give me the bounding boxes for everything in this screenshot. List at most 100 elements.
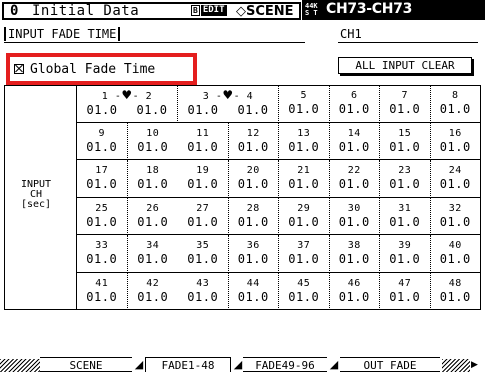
channel-cell[interactable]: 35 01.0 [178,235,229,273]
channel-number: 42 [146,278,160,290]
channel-cell[interactable]: 38 01.0 [329,235,380,273]
channel-number-right: - 2 [132,91,153,103]
channel-number: 32 [448,202,462,214]
channel-number: 24 [448,165,462,177]
channel-cell[interactable]: 10 01.0 [127,123,178,160]
channel-cell[interactable]: 33 01.0 [77,235,128,273]
tab-fade1-48[interactable]: FADE1-48 [145,357,231,372]
channel-number: 11 [196,127,210,139]
fade-time-value: 01.0 [137,290,169,305]
fade-time-value: 01.0 [86,252,118,267]
channel-cell[interactable]: 22 01.0 [329,160,380,198]
fade-time-value: 01.0 [237,214,269,229]
next-page-arrow-icon[interactable]: ▶ [471,359,485,371]
channel-cell[interactable]: 48 01.0 [431,272,481,310]
channel-number: 5 [300,90,308,102]
tab-scene[interactable]: SCENE [40,357,132,372]
edit-badge: EDIT [200,5,227,16]
channel-cell[interactable]: 46 01.0 [330,272,380,310]
channel-cell[interactable]: 34 01.0 [127,235,178,273]
row-header: INPUT CH [sec] [6,180,66,210]
fade-time-value: 01.0 [389,139,421,154]
channel-cell[interactable]: 6 01.0 [329,85,380,123]
fade-time-value: 01.0 [137,252,169,267]
fade-time-value: 01.0 [389,252,421,267]
channel-cell[interactable]: 3 -♥- 4 01.0 01.0 [178,85,279,123]
checkbox-checked-icon[interactable] [14,64,24,74]
sample-rate-bottom: S T [305,9,318,17]
channel-cell[interactable]: 45 01.0 [279,272,330,310]
channel-cell[interactable]: 44 01.0 [229,272,279,310]
global-fade-time-label: Global Fade Time [30,61,156,77]
channel-cell[interactable]: 29 01.0 [279,197,330,235]
sample-rate-badge: 44K S T [305,3,318,17]
channel-cell[interactable]: 41 01.0 [77,272,128,310]
channel-cell[interactable]: 23 01.0 [380,160,431,198]
fade-time-value: 01.0 [187,139,219,154]
channel-cell[interactable]: 20 01.0 [228,160,279,198]
channel-number: 3 -♥- 4 [203,89,253,103]
fade-value-pair: 01.0 01.0 [178,103,278,117]
channel-cell[interactable]: 47 01.0 [380,272,431,310]
channel-cell[interactable]: 12 01.0 [228,122,279,160]
channel-cell[interactable]: 16 01.0 [430,122,481,160]
channel-number: 46 [347,278,361,290]
channel-cell[interactable]: 26 01.0 [127,198,178,235]
channel-display: 44K S T CH73-CH73 [302,0,485,20]
channel-cell[interactable]: 42 01.0 [128,273,179,311]
channel-cell[interactable]: 5 01.0 [279,85,330,123]
channel-number: 38 [347,240,361,252]
channel-cell[interactable]: 19 01.0 [178,160,229,198]
channel-cell[interactable]: 40 01.0 [430,235,481,273]
fade-time-value: 01.0 [187,290,219,305]
channel-number: 34 [146,240,160,252]
edit-indicator: B EDIT [191,5,227,18]
channel-cell[interactable]: 31 01.0 [380,197,431,235]
channel-number: 37 [297,240,311,252]
channel-cell[interactable]: 7 01.0 [380,85,431,123]
fade-time-value: 01.0 [288,139,320,154]
tab-fade49-96[interactable]: FADE49-96 [243,357,327,372]
channel-cell[interactable]: 18 01.0 [127,160,178,198]
channel-cell[interactable]: 15 01.0 [380,122,431,160]
channel-cell[interactable]: 13 01.0 [279,122,330,160]
channel-number: 41 [95,278,109,290]
channel-cell[interactable]: 32 01.0 [430,197,481,235]
channel-cell[interactable]: 28 01.0 [228,197,279,235]
all-input-clear-button[interactable]: ALL INPUT CLEAR [338,57,472,74]
fade-time-value: 01.0 [338,102,370,117]
channel-number: 35 [196,240,210,252]
channel-cell[interactable]: 37 01.0 [279,235,330,273]
row-header-line: [sec] [20,199,52,210]
global-fade-time-checkbox[interactable]: Global Fade Time [6,53,197,85]
channel-cell[interactable]: 39 01.0 [380,235,431,273]
channel-cell[interactable]: 8 01.0 [430,85,481,123]
channel-number: 10 [146,127,160,139]
channel-cell[interactable]: 17 01.0 [77,160,128,198]
channel-cell[interactable]: 21 01.0 [279,160,330,198]
fade-time-value: 01.0 [237,103,269,118]
channel-cell[interactable]: 1 -♥- 2 01.0 01.0 [77,85,178,123]
channel-cell[interactable]: 36 01.0 [228,235,279,273]
channel-number: 13 [297,127,311,139]
channel-cell[interactable]: 24 01.0 [430,160,481,198]
channel-cell[interactable]: 9 01.0 [77,122,128,160]
channel-cell[interactable]: 11 01.0 [178,122,229,160]
channel-cell[interactable]: 25 01.0 [77,197,128,235]
channel-cell[interactable]: 43 01.0 [178,272,229,310]
scene-title-bar[interactable]: 0 Initial Data B EDIT ◇SCENE [2,2,301,20]
page-title: INPUT FADE TIME [4,27,121,41]
page-tab-bar: SCENE ◢ FADE1-48 ◢ FADE49-96 ◢ OUT FADE … [0,356,485,372]
channel-cell[interactable]: 14 01.0 [329,122,380,160]
tab-out-fade[interactable]: OUT FADE [340,357,440,372]
channel-number: 25 [95,202,109,214]
fade-time-value: 01.0 [389,102,421,117]
fade-time-value: 01.0 [237,252,269,267]
fade-time-value: 01.0 [338,139,370,154]
fade-time-value: 01.0 [187,214,219,229]
channel-cell[interactable]: 27 01.0 [178,197,229,235]
channel-cell[interactable]: 30 01.0 [329,197,380,235]
fade-time-value: 01.0 [338,214,370,229]
channel-number: 44 [246,278,260,290]
channel-number-left: 1 - [101,91,122,103]
